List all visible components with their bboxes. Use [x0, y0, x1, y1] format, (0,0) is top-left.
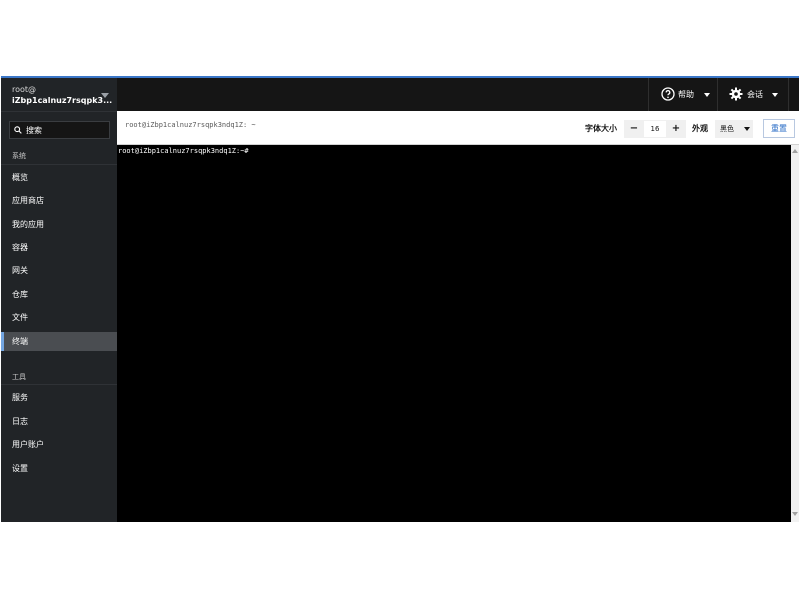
scroll-up-icon[interactable] — [792, 149, 798, 153]
chevron-down-icon — [101, 93, 109, 98]
search-input[interactable]: 搜索 — [9, 121, 110, 139]
caret-down-icon — [744, 127, 750, 131]
host-user: root@ — [12, 85, 37, 94]
terminal-screen[interactable]: root@iZbp1calnuz7rsqpk3ndq1Z:~# — [117, 145, 791, 522]
font-size-value[interactable]: 16 — [644, 120, 666, 138]
gear-icon — [729, 87, 743, 101]
host-switcher[interactable]: root@ iZbp1calnuz7rsqpk3... — [1, 78, 117, 112]
font-size-label: 字体大小 — [585, 124, 617, 133]
sidebar-item-terminal[interactable]: 终端 — [1, 332, 117, 351]
appearance-select[interactable]: 黑色 — [715, 120, 753, 138]
session-button[interactable]: 会话 — [719, 78, 789, 111]
font-size-decrease-button[interactable]: − — [624, 120, 644, 138]
scroll-down-icon[interactable] — [792, 512, 798, 516]
sidebar: root@ iZbp1calnuz7rsqpk3... 搜索 系统 概览 应用商… — [1, 78, 117, 522]
section-tools-title: 工具 — [12, 373, 26, 381]
caret-down-icon — [704, 93, 710, 97]
font-size-increase-button[interactable]: + — [666, 120, 686, 138]
sidebar-item-repository[interactable]: 仓库 — [1, 285, 117, 304]
sidebar-item-overview[interactable]: 概览 — [1, 168, 117, 187]
sidebar-item-my-apps[interactable]: 我的应用 — [1, 215, 117, 234]
search-icon — [14, 126, 22, 134]
appearance-label: 外观 — [692, 124, 708, 133]
caret-down-icon — [772, 93, 778, 97]
sidebar-item-containers[interactable]: 容器 — [1, 238, 117, 257]
appearance-value: 黑色 — [720, 125, 734, 133]
sidebar-item-accounts[interactable]: 用户账户 — [1, 435, 117, 454]
sidebar-item-gateway[interactable]: 网关 — [1, 261, 117, 280]
terminal-toolbar: root@iZbp1calnuz7rsqpk3ndq1Z: ~ 字体大小 − 1… — [117, 111, 799, 145]
section-system-title: 系统 — [12, 152, 26, 160]
help-icon — [661, 87, 675, 101]
top-bar: 帮助 会话 — [117, 78, 799, 111]
sidebar-item-logs[interactable]: 日志 — [1, 412, 117, 431]
divider — [1, 384, 117, 385]
help-button[interactable]: 帮助 — [648, 78, 718, 111]
sidebar-item-services[interactable]: 服务 — [1, 388, 117, 407]
terminal-title: root@iZbp1calnuz7rsqpk3ndq1Z: ~ — [125, 121, 256, 129]
terminal-scrollbar[interactable] — [791, 145, 799, 522]
search-placeholder: 搜索 — [26, 126, 42, 135]
reset-button[interactable]: 重置 — [763, 119, 795, 138]
app-window: root@ iZbp1calnuz7rsqpk3... 搜索 系统 概览 应用商… — [1, 76, 799, 522]
divider — [1, 164, 117, 165]
help-label: 帮助 — [678, 90, 694, 99]
sidebar-item-files[interactable]: 文件 — [1, 308, 117, 327]
sidebar-item-settings[interactable]: 设置 — [1, 459, 117, 478]
sidebar-item-app-store[interactable]: 应用商店 — [1, 191, 117, 210]
host-name: iZbp1calnuz7rsqpk3... — [12, 96, 113, 105]
session-label: 会话 — [747, 90, 763, 99]
terminal-prompt: root@iZbp1calnuz7rsqpk3ndq1Z:~# — [118, 147, 249, 155]
